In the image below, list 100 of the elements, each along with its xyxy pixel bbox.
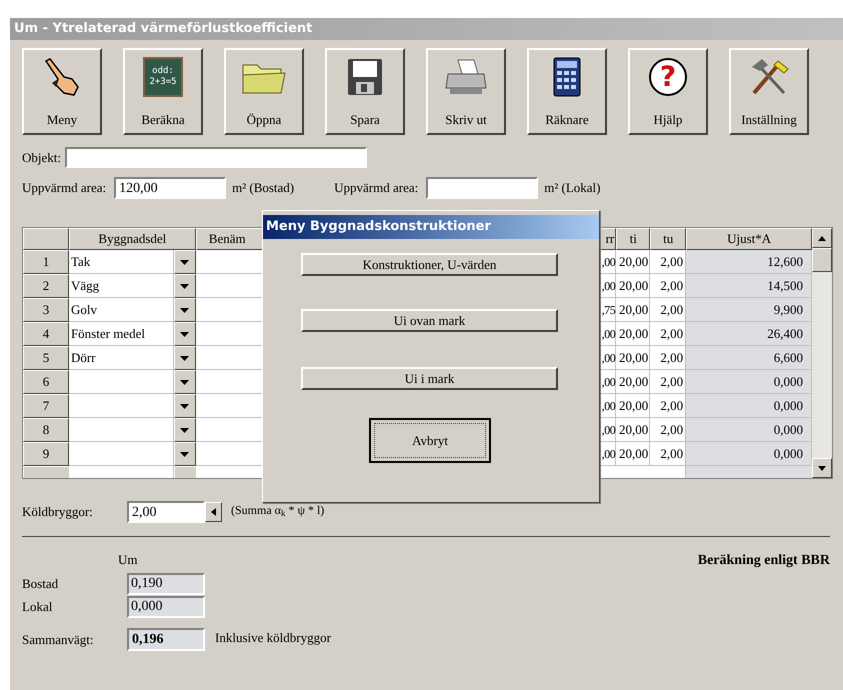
table-cell[interactable] [68,418,174,442]
toolbar-button[interactable]: Meny [22,48,102,135]
table-cell[interactable]: Vägg [68,274,174,298]
note-text: Inklusive köldbryggor [215,628,331,647]
row-header: 3 [23,298,69,322]
table-cell: 20,00 [616,322,650,346]
down-arrow-icon [180,308,190,312]
dropdown-button[interactable] [174,298,196,322]
table-cell: 14,500 [686,274,812,298]
formula-text: (Summa α$_{k}$ * ψ * l) [231,502,324,518]
dropdown-button[interactable] [174,418,196,442]
table-cell: 26,400 [686,322,812,346]
down-arrow-icon [180,356,190,360]
table-cell: 20,00 [616,370,650,394]
table-cell: 20,00 [616,250,650,274]
down-arrow-icon [180,260,190,264]
field-label: Uppvärmd area: [334,179,418,198]
dropdown-button[interactable] [174,274,196,298]
toolbar-button[interactable]: Öppna [224,48,304,135]
koldbryggor-field[interactable]: 2,00 [127,501,205,523]
table-cell: 9,900 [686,298,812,322]
scroll-up-button[interactable] [812,228,832,248]
row-label: Lokal [22,598,54,616]
cancel-button[interactable]: Avbryt [369,418,491,463]
toolbar-button[interactable]: Spara [325,48,405,135]
table-cell: 12,600 [686,250,812,274]
window-title: Um - Ytrelaterad värmeförlustkoefficient [10,18,843,40]
method-note: Beräkning enligt BBR [698,552,830,570]
row-header: 2 [23,274,69,298]
table-cell: 20,00 [616,394,650,418]
table-cell: 20,00 [616,418,650,442]
table-cell: 20,00 [616,274,650,298]
table-cell: 20,00 [616,298,650,322]
area-field[interactable]: 120,00 [114,177,226,199]
dropdown-button[interactable] [174,250,196,274]
toolbar-button[interactable]: Skriv ut [426,48,506,135]
down-arrow-icon [818,466,826,470]
row-header: 7 [23,394,69,418]
table-cell: 0,000 [686,370,812,394]
field-label: Uppvärmd area: [22,179,106,198]
printer-icon [444,58,488,96]
unit-label: m² (Bostad) [232,179,294,198]
table-cell[interactable]: Fönster medel [68,322,174,346]
table-cell: 20,00 [616,346,650,370]
spin-button[interactable] [205,502,222,522]
dropdown-button[interactable] [174,322,196,346]
area-field[interactable] [426,177,538,199]
dialog-title: Meny Byggnadskonstruktioner [263,215,599,239]
dialog-button[interactable]: Ui i mark [301,367,558,390]
scroll-down-button[interactable] [812,458,832,478]
unit-label: m² (Lokal) [544,179,600,198]
left-arrow-icon [211,508,216,516]
dropdown-button[interactable] [174,442,196,466]
table-cell[interactable]: Dörr [68,346,174,370]
column-header: Ujust*A [686,228,812,250]
table-cell[interactable]: Golv [68,298,174,322]
objekt-field[interactable] [65,147,367,168]
up-arrow-icon [818,236,826,240]
down-arrow-icon [180,284,190,288]
row-header: 4 [23,322,69,346]
field-label: Köldbryggor: [22,503,94,522]
dropdown-button[interactable] [174,346,196,370]
table-cell[interactable] [68,394,174,418]
dialog-button[interactable]: Konstruktioner, U-värden [301,253,558,276]
table-cell[interactable] [68,370,174,394]
down-arrow-icon [180,452,190,456]
column-header: Um [118,551,138,569]
dropdown-button[interactable] [174,394,196,418]
row-header: 9 [23,442,69,466]
table-cell[interactable] [68,442,174,466]
down-arrow-icon [180,332,190,336]
toolbar-button[interactable]: Inställning [729,48,809,135]
toolbar-button[interactable]: ? Hjälp [628,48,708,135]
chalkboard-icon: odd: 2+3=5 [143,57,183,97]
down-arrow-icon [180,404,190,408]
down-arrow-icon [180,380,190,384]
field-label: Objekt: [22,148,61,167]
help-icon: ? [649,58,687,96]
dropdown-button[interactable] [174,370,196,394]
row-header: 6 [23,370,69,394]
table-cell[interactable]: Tak [68,250,174,274]
column-header: tu [650,228,686,250]
scroll-thumb[interactable] [812,248,832,272]
result-field: 0,000 [127,596,205,618]
table-cell: 20,00 [616,442,650,466]
toolbar-button[interactable]: Räknare [527,48,607,135]
scrollbar[interactable] [812,228,832,478]
table-cell: 0,000 [686,442,812,466]
row-header: 1 [23,250,69,274]
column-header: rr [600,228,616,250]
down-arrow-icon [180,428,190,432]
result-field: 0,196 [127,628,205,651]
row-label: Bostad [22,574,60,593]
row-header: 8 [23,418,69,442]
dialog-button[interactable]: Ui ovan mark [301,309,558,332]
table-cell: 0,000 [686,394,812,418]
calculator-icon [553,57,581,97]
column-header: ti [616,228,650,250]
table-cell: 0,000 [686,418,812,442]
toolbar-button[interactable]: odd: 2+3=5 Beräkna [123,48,203,135]
